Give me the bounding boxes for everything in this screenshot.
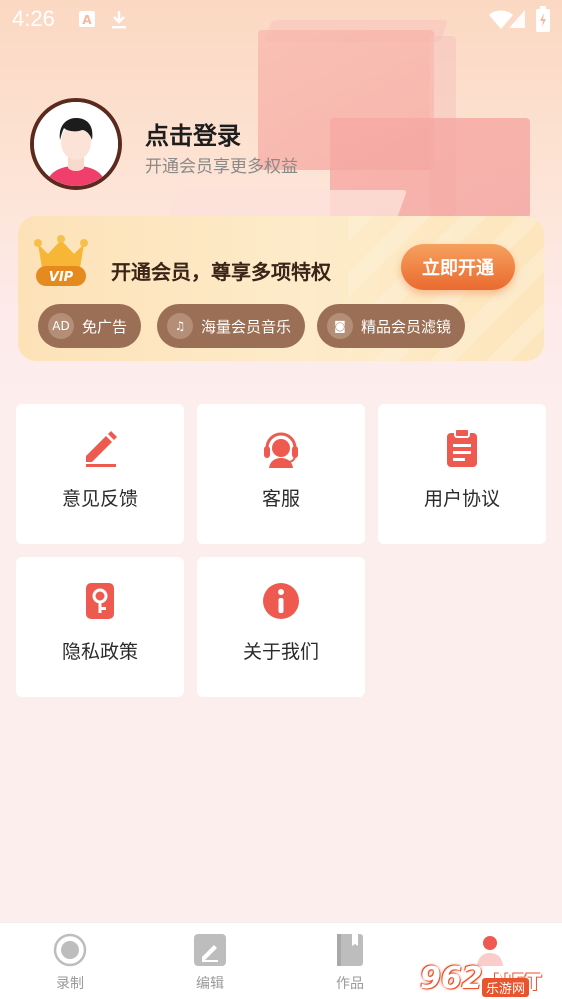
edit-icon xyxy=(193,933,227,967)
menu-about-us[interactable]: 关于我们 xyxy=(197,557,365,697)
menu-customer-service[interactable]: 客服 xyxy=(197,404,365,544)
download-icon xyxy=(110,10,128,29)
key-icon xyxy=(80,581,120,621)
book-icon xyxy=(333,933,367,967)
watermark-logo: 962 .NET 乐游网 xyxy=(420,948,560,997)
perk-label: 免广告 xyxy=(82,317,128,336)
svg-text:A: A xyxy=(82,13,92,27)
tab-label: 录制 xyxy=(56,976,84,992)
open-vip-button[interactable]: 立即开通 xyxy=(401,244,515,290)
menu-user-agreement[interactable]: 用户协议 xyxy=(378,404,546,544)
battery-icon xyxy=(536,6,550,36)
status-time: 4:26 xyxy=(12,6,55,31)
watermark-number: 962 xyxy=(420,961,483,996)
music-note-icon: ♫ xyxy=(167,313,193,339)
user-avatar-icon xyxy=(34,102,118,186)
tab-edit[interactable]: 编辑 xyxy=(140,923,280,999)
record-icon xyxy=(53,933,87,967)
status-bar: 4:26 A xyxy=(0,0,562,40)
pencil-icon xyxy=(80,428,120,468)
tab-label: 作品 xyxy=(336,976,364,992)
menu-label: 用户协议 xyxy=(423,488,500,510)
clipboard-icon xyxy=(442,428,482,468)
vip-title: 开通会员，尊享多项特权 xyxy=(111,260,331,284)
no-ad-icon: AD xyxy=(48,313,74,339)
menu-label: 关于我们 xyxy=(242,641,319,663)
perk-filters[interactable]: ◙ 精品会员滤镜 xyxy=(317,304,466,348)
vip-card[interactable]: VIP 开通会员，尊享多项特权 立即开通 AD 免广告 ♫ 海量会员音乐 ◙ 精… xyxy=(18,216,544,361)
vip-crown-icon: VIP xyxy=(32,234,90,288)
headset-icon xyxy=(261,428,301,468)
perk-no-ads[interactable]: AD 免广告 xyxy=(38,304,142,348)
login-subtitle: 开通会员享更多权益 xyxy=(145,157,298,177)
a-notification-icon: A xyxy=(78,10,96,28)
perk-music[interactable]: ♫ 海量会员音乐 xyxy=(157,304,306,348)
filter-icon: ◙ xyxy=(327,313,353,339)
login-title[interactable]: 点击登录 xyxy=(145,116,241,151)
menu-privacy-policy[interactable]: 隐私政策 xyxy=(16,557,184,697)
avatar[interactable] xyxy=(30,98,122,190)
menu-label: 客服 xyxy=(261,488,300,510)
menu-label: 隐私政策 xyxy=(61,641,138,663)
menu-label: 意见反馈 xyxy=(61,488,138,510)
cell-signal-icon xyxy=(508,8,526,34)
menu-feedback[interactable]: 意见反馈 xyxy=(16,404,184,544)
tab-works[interactable]: 作品 xyxy=(280,923,420,999)
vip-badge-text: VIP xyxy=(49,270,74,285)
perk-label: 海量会员音乐 xyxy=(201,317,292,336)
perk-label: 精品会员滤镜 xyxy=(361,317,452,336)
tab-record[interactable]: 录制 xyxy=(0,923,140,999)
info-icon xyxy=(261,581,301,621)
tab-label: 编辑 xyxy=(196,976,224,992)
watermark-subtitle: 乐游网 xyxy=(482,978,530,997)
